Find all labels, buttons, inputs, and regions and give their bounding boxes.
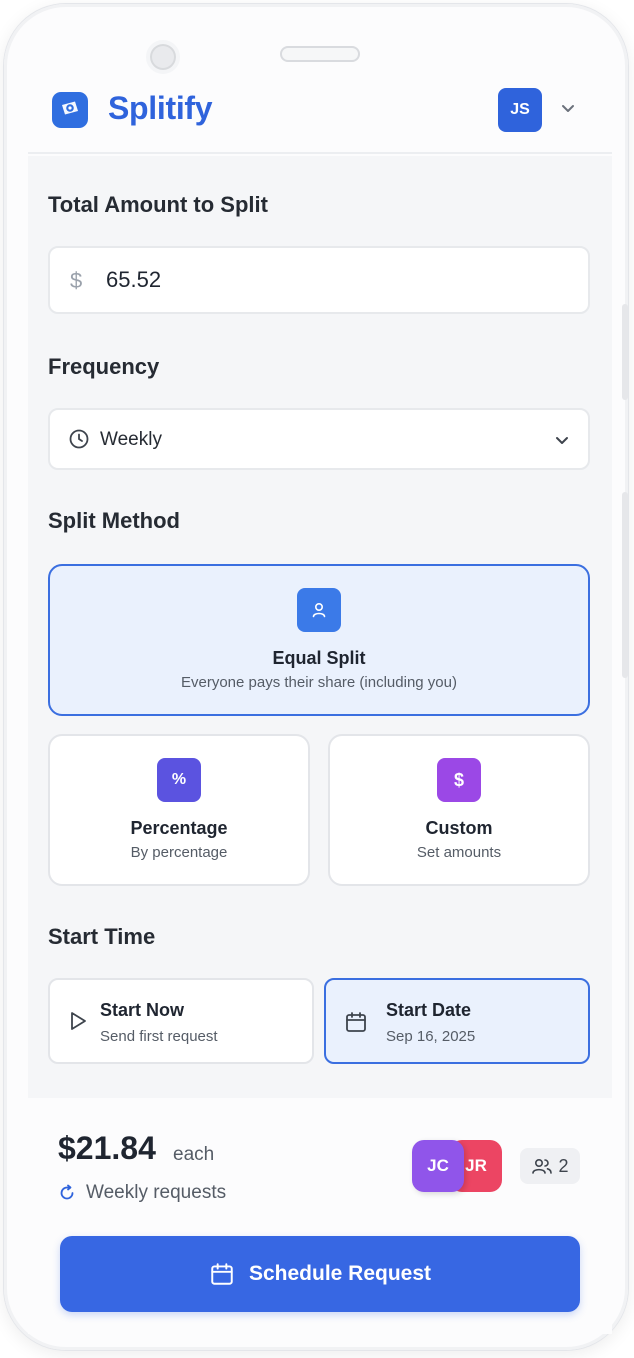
refresh-icon	[60, 1184, 74, 1200]
logo-icon	[52, 92, 88, 128]
frequency-note-text: Weekly requests	[86, 1182, 227, 1203]
calendar-icon	[344, 1010, 368, 1039]
app-header: Splitify JS	[28, 82, 612, 154]
start-now-option[interactable]: Start Now Send first request	[48, 978, 314, 1064]
split-option-title: Custom	[425, 818, 493, 838]
start-now-subtitle: Send first request	[100, 1028, 218, 1045]
split-option-title: Percentage	[130, 818, 228, 838]
split-option-percentage[interactable]: % Percentage By percentage	[48, 734, 310, 886]
amount-value[interactable]: 65.52	[106, 267, 161, 293]
split-option-equal[interactable]: Equal Split Everyone pays their share (i…	[48, 564, 590, 716]
start-date-value: Sep 16, 2025	[386, 1028, 476, 1045]
split-option-description: Set amounts	[416, 844, 502, 861]
clock-icon	[68, 428, 90, 455]
start-time-label: Start Time	[48, 924, 156, 949]
start-date-option[interactable]: Start Date Sep 16, 2025	[324, 978, 590, 1064]
percent-icon: %	[157, 758, 201, 802]
volume-button	[622, 304, 628, 400]
users-icon	[532, 1158, 553, 1174]
schedule-request-button[interactable]: Schedule Request	[60, 1236, 580, 1312]
front-camera	[146, 40, 180, 74]
user-avatar[interactable]: JS	[498, 88, 542, 132]
participant-count-value: 2	[558, 1155, 569, 1176]
play-icon	[68, 1010, 88, 1037]
start-date-title: Start Date	[386, 1000, 472, 1020]
split-option-description: Everyone pays their share (including you…	[181, 674, 457, 691]
user-icon	[297, 588, 341, 632]
amount-input[interactable]: $ 65.52	[48, 246, 590, 314]
split-option-description: By percentage	[130, 844, 228, 861]
frequency-label: Frequency	[48, 354, 160, 379]
split-method-label: Split Method	[48, 508, 180, 533]
split-option-title: Equal Split	[272, 648, 366, 668]
split-option-custom[interactable]: $ Custom Set amounts	[328, 734, 590, 886]
summary-footer: $21.84 each Weekly requests JR JC 2 Sche…	[28, 1098, 612, 1334]
each-label: each	[173, 1144, 215, 1165]
chevron-down-icon[interactable]	[560, 100, 576, 121]
start-now-title: Start Now	[100, 1000, 185, 1020]
phone-frame: Splitify JS Total Amount to Split $ 65.5…	[4, 4, 628, 1350]
frequency-value: Weekly	[100, 429, 162, 450]
split-form: Total Amount to Split $ 65.52 Frequency …	[28, 156, 612, 1098]
currency-symbol: $	[70, 268, 83, 293]
dollar-icon: $	[437, 758, 481, 802]
earpiece-speaker	[280, 46, 360, 62]
schedule-request-label: Schedule Request	[248, 1262, 432, 1285]
amount-label: Total Amount to Split	[48, 192, 268, 217]
participant-avatar[interactable]: JC	[412, 1140, 464, 1192]
frequency-note: Weekly requests	[58, 1182, 226, 1204]
frequency-select[interactable]: Weekly	[48, 408, 590, 470]
amount-each: $21.84	[58, 1130, 156, 1166]
power-button	[622, 492, 628, 678]
chevron-down-icon	[554, 432, 570, 453]
app-name: Splitify	[108, 90, 213, 126]
calendar-icon	[211, 1263, 233, 1285]
participant-count[interactable]: 2	[520, 1148, 580, 1184]
